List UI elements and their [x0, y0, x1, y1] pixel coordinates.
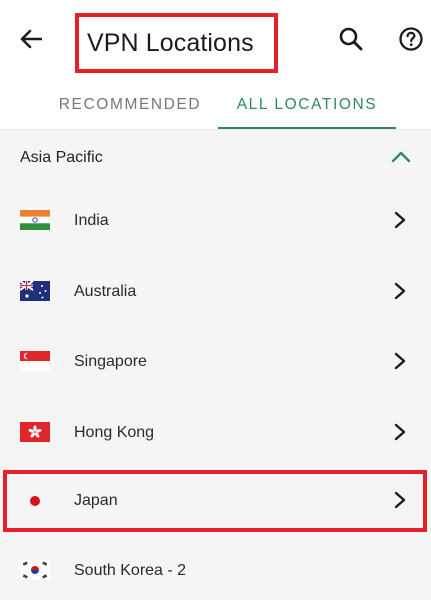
- tab-recommended[interactable]: RECOMMENDED: [46, 80, 214, 130]
- help-icon: [399, 27, 423, 51]
- chevron-right-icon: [394, 211, 406, 229]
- location-label: Singapore: [74, 353, 147, 370]
- title-highlight-box: VPN Locations: [75, 13, 278, 73]
- search-button[interactable]: [334, 22, 368, 56]
- page-title: VPN Locations: [87, 28, 254, 57]
- location-label: Hong Kong: [74, 424, 155, 441]
- location-label: India: [74, 212, 109, 229]
- japan-highlight-box: [3, 470, 427, 532]
- chevron-right-icon: [394, 352, 406, 370]
- list-item[interactable]: Hong Kong: [0, 397, 431, 467]
- back-arrow-icon: [20, 29, 42, 49]
- chevron-right-icon: [394, 282, 406, 300]
- chevron-up-icon: [391, 151, 411, 163]
- top-app-bar: VPN Locations: [0, 0, 431, 80]
- singapore-flag-icon: [20, 351, 50, 371]
- locations-list: Asia Pacific India Australia Singapore H…: [0, 130, 431, 600]
- location-label: Australia: [74, 283, 137, 300]
- hong-kong-flag-icon: [20, 422, 50, 442]
- south-korea-flag-icon: [20, 560, 50, 580]
- location-tabs: RECOMMENDED ALL LOCATIONS: [0, 80, 431, 130]
- india-flag-icon: [20, 210, 50, 230]
- list-item[interactable]: South Korea - 2: [0, 536, 431, 606]
- back-button[interactable]: [14, 24, 48, 54]
- location-label: South Korea - 2: [74, 562, 187, 579]
- chevron-right-icon: [394, 423, 406, 441]
- list-item[interactable]: Australia: [0, 256, 431, 326]
- help-button[interactable]: [394, 22, 428, 56]
- australia-flag-icon: [20, 281, 50, 301]
- section-title: Asia Pacific: [20, 149, 103, 166]
- list-item[interactable]: Singapore: [0, 326, 431, 396]
- list-item[interactable]: India: [0, 185, 431, 255]
- search-icon: [339, 27, 363, 51]
- section-header-asia-pacific[interactable]: Asia Pacific: [0, 130, 431, 185]
- tab-all-locations[interactable]: ALL LOCATIONS: [218, 80, 396, 130]
